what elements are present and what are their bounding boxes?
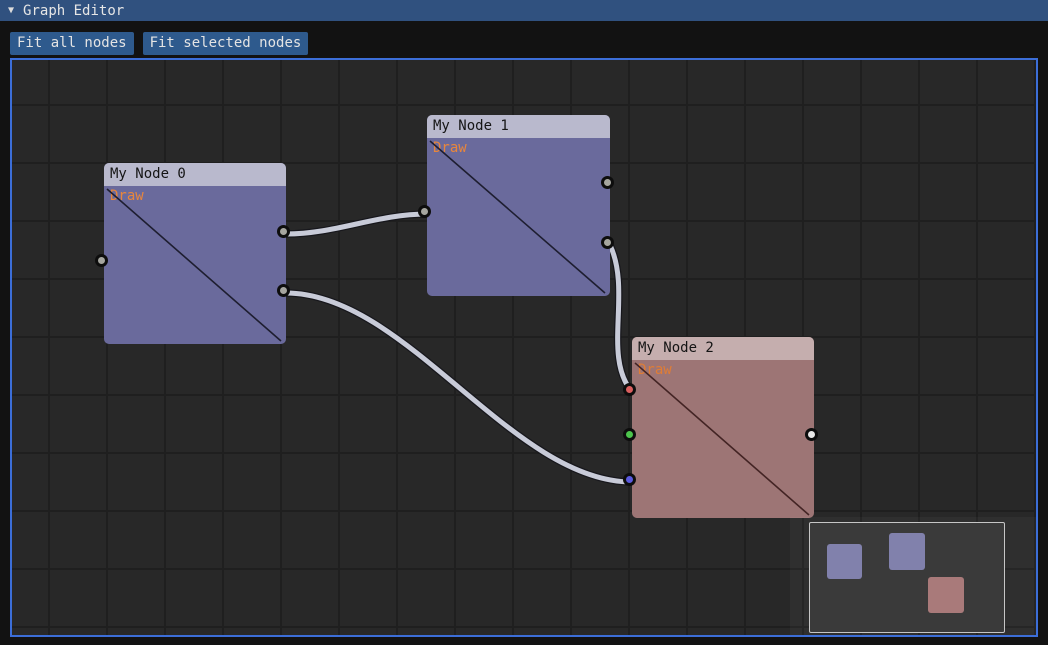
pin-output-my-node-2[interactable]	[805, 428, 818, 441]
node-my-node-1[interactable]: My Node 1 Draw	[427, 115, 610, 296]
fit-all-nodes-button[interactable]: Fit all nodes	[10, 32, 134, 55]
pin-output-my-node-1[interactable]	[601, 176, 614, 189]
node-header-my-node-1[interactable]: My Node 1	[427, 115, 610, 138]
pin-input-blue-my-node-2[interactable]	[623, 473, 636, 486]
node-title: My Node 1	[433, 118, 509, 134]
window-title: Graph Editor	[23, 3, 124, 19]
node-my-node-2[interactable]: My Node 2 Draw	[632, 337, 814, 518]
collapse-triangle-icon[interactable]: ▼	[8, 5, 14, 16]
pin-input-my-node-0[interactable]	[95, 254, 108, 267]
fit-selected-nodes-button[interactable]: Fit selected nodes	[143, 32, 309, 55]
pin-output-my-node-0[interactable]	[277, 225, 290, 238]
node-title: My Node 0	[110, 166, 186, 182]
pin-input-green-my-node-2[interactable]	[623, 428, 636, 441]
node-title: My Node 2	[638, 340, 714, 356]
minimap-node	[928, 577, 964, 613]
pin-input-red-my-node-2[interactable]	[623, 383, 636, 396]
toolbar: Fit all nodes Fit selected nodes	[10, 32, 308, 55]
minimap-node	[827, 544, 862, 579]
pin-output-my-node-0[interactable]	[277, 284, 290, 297]
minimap-node	[889, 533, 925, 570]
node-header-my-node-2[interactable]: My Node 2	[632, 337, 814, 360]
node-my-node-0[interactable]: My Node 0 Draw	[104, 163, 286, 344]
node-canvas[interactable]: My Node 0 Draw My Node 1 Draw My Node 2 Draw	[10, 58, 1038, 637]
node-draw-label: Draw	[638, 362, 672, 378]
node-draw-label: Draw	[433, 140, 467, 156]
node-header-my-node-0[interactable]: My Node 0	[104, 163, 286, 186]
pin-output-my-node-1[interactable]	[601, 236, 614, 249]
node-draw-label: Draw	[110, 188, 144, 204]
link[interactable]	[286, 214, 427, 234]
window-titlebar[interactable]: ▼ Graph Editor	[0, 0, 1048, 21]
link[interactable]	[286, 293, 632, 482]
minimap[interactable]	[809, 522, 1005, 633]
pin-input-my-node-1[interactable]	[418, 205, 431, 218]
